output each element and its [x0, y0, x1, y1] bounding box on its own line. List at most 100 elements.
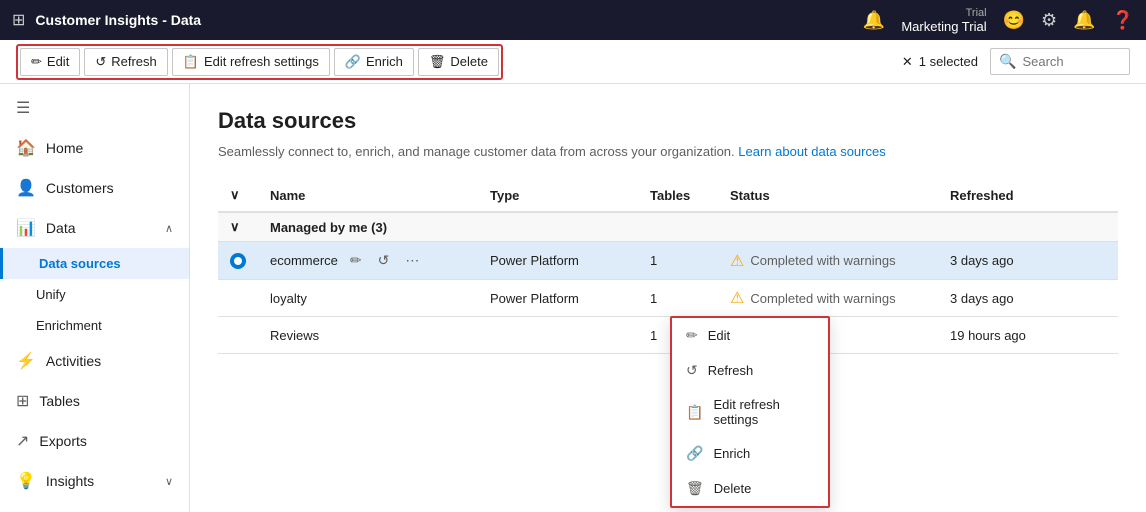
enrich-button[interactable]: 🔗 Enrich [334, 48, 414, 76]
sidebar-subitem-enrichment[interactable]: Enrichment [0, 310, 189, 341]
trial-label: Trial [901, 7, 986, 19]
sidebar-item-activities[interactable]: ⚡ Activities [0, 341, 189, 381]
delete-button[interactable]: 🗑 Delete [418, 48, 499, 76]
refresh-icon: ↺ [95, 54, 106, 70]
context-enrich-icon: 🔗 [686, 445, 703, 462]
page-title: Data sources [218, 108, 1118, 134]
context-menu-delete[interactable]: 🗑 Delete [672, 471, 828, 506]
sidebar-item-settings[interactable]: ⚙ Settings ∨ [0, 501, 189, 512]
table-row[interactable]: ecommerce ✏ ↺ ⋯ Power Platform 1 ⚠ Compl… [218, 242, 1118, 280]
context-menu-refresh[interactable]: ↺ Refresh [672, 353, 828, 388]
data-chevron: ∧ [165, 222, 173, 235]
sidebar-item-data[interactable]: 📊 Data ∧ [0, 208, 189, 248]
row-refreshed: 3 days ago [938, 242, 1118, 280]
topbar: ⊞ Customer Insights - Data 🔔 Trial Marke… [0, 0, 1146, 40]
sidebar: ☰ 🏠 Home 👤 Customers 📊 Data ∧ Data sourc… [0, 84, 190, 512]
row-more-btn[interactable]: ⋯ [401, 250, 423, 271]
row-refresh-btn[interactable]: ↺ [374, 250, 394, 271]
sidebar-item-tables[interactable]: ⊞ Tables [0, 381, 189, 421]
delete-icon: 🗑 [429, 54, 446, 70]
sidebar-item-customers[interactable]: 👤 Customers [0, 168, 189, 208]
close-icon[interactable]: ✕ [902, 54, 913, 70]
notifications-icon[interactable]: 🔔 [1073, 10, 1095, 31]
context-edit-refresh-label: Edit refresh settings [713, 397, 814, 427]
row-check[interactable] [218, 317, 258, 354]
sidebar-item-insights-label: Insights [46, 473, 94, 489]
row-check[interactable] [218, 280, 258, 317]
col-type[interactable]: Type [478, 179, 638, 212]
edit-icon: ✏ [31, 54, 42, 70]
context-edit-refresh-icon: 📋 [686, 404, 703, 421]
sidebar-subitem-datasources[interactable]: Data sources [0, 248, 189, 279]
search-input[interactable] [1022, 54, 1121, 69]
settings-icon[interactable]: ⚙ [1041, 10, 1057, 31]
context-menu-edit[interactable]: ✏ Edit [672, 318, 828, 353]
data-sources-table: ∨ Name Type Tables Status Refreshed ∨ Ma… [218, 179, 1118, 354]
toolbar-action-group: ✏ Edit ↺ Refresh 📋 Edit refresh settings… [16, 44, 503, 80]
exports-icon: ↗ [16, 431, 29, 451]
col-refreshed[interactable]: Refreshed [938, 179, 1118, 212]
context-edit-icon: ✏ [686, 327, 698, 344]
sidebar-item-activities-label: Activities [46, 353, 101, 369]
edit-refresh-icon: 📋 [183, 54, 199, 70]
edit-button[interactable]: ✏ Edit [20, 48, 80, 76]
context-menu-edit-refresh[interactable]: 📋 Edit refresh settings [672, 388, 828, 436]
table-row[interactable]: Reviews 1 ✓ Successful 19 hours ago [218, 317, 1118, 354]
table-row[interactable]: loyalty Power Platform 1 ⚠ Completed wit… [218, 280, 1118, 317]
sidebar-subitem-unify-label: Unify [36, 287, 66, 302]
insights-chevron: ∨ [165, 475, 173, 488]
sidebar-subitem-datasources-label: Data sources [39, 256, 121, 271]
sidebar-item-data-label: Data [46, 220, 76, 236]
row-type: Power Platform [478, 242, 638, 280]
main-layout: ☰ 🏠 Home 👤 Customers 📊 Data ∧ Data sourc… [0, 84, 1146, 512]
sidebar-item-exports[interactable]: ↗ Exports [0, 421, 189, 461]
sidebar-subitem-unify[interactable]: Unify [0, 279, 189, 310]
sidebar-item-tables-label: Tables [39, 393, 79, 409]
group-row-managed: ∨ Managed by me (3) [218, 212, 1118, 242]
home-icon: 🏠 [16, 138, 36, 158]
page-description: Seamlessly connect to, enrich, and manag… [218, 144, 1118, 159]
user-icon[interactable]: 😊 [1003, 10, 1025, 31]
context-menu: ✏ Edit ↺ Refresh 📋 Edit refresh settings… [670, 316, 830, 508]
row-name: Reviews [258, 317, 478, 354]
col-check: ∨ [218, 179, 258, 212]
refresh-button[interactable]: ↺ Refresh [84, 48, 167, 76]
sidebar-item-hamburger[interactable]: ☰ [0, 88, 189, 128]
collapse-icon[interactable]: ∨ [230, 187, 240, 202]
customers-icon: 👤 [16, 178, 36, 198]
search-box[interactable]: 🔍 [990, 48, 1130, 75]
help-icon[interactable]: ❓ [1112, 10, 1134, 31]
context-menu-enrich[interactable]: 🔗 Enrich [672, 436, 828, 471]
sidebar-subitem-enrichment-label: Enrichment [36, 318, 102, 333]
row-type [478, 317, 638, 354]
trial-info: Trial Marketing Trial [901, 7, 986, 34]
grid-icon[interactable]: ⊞ [12, 10, 25, 30]
sidebar-item-home-label: Home [46, 140, 83, 156]
app-title: Customer Insights - Data [35, 12, 853, 28]
search-icon: 🔍 [999, 53, 1016, 70]
col-tables[interactable]: Tables [638, 179, 718, 212]
warning-icon: ⚠ [730, 288, 744, 308]
group-label: Managed by me (3) [258, 212, 1118, 242]
row-refreshed: 3 days ago [938, 280, 1118, 317]
edit-refresh-settings-button[interactable]: 📋 Edit refresh settings [172, 48, 330, 76]
learn-more-link[interactable]: Learn about data sources [738, 144, 885, 159]
hamburger-icon: ☰ [16, 98, 30, 118]
row-status: ⚠ Completed with warnings [718, 280, 938, 317]
col-status[interactable]: Status [718, 179, 938, 212]
bell-icon[interactable]: 🔔 [863, 10, 885, 31]
enrich-icon: 🔗 [345, 54, 361, 70]
group-collapse-icon[interactable]: ∨ [230, 219, 240, 234]
sidebar-item-home[interactable]: 🏠 Home [0, 128, 189, 168]
row-status: ⚠ Completed with warnings [718, 242, 938, 280]
row-refreshed: 19 hours ago [938, 317, 1118, 354]
context-enrich-label: Enrich [713, 446, 750, 461]
col-name[interactable]: Name [258, 179, 478, 212]
tables-icon: ⊞ [16, 391, 29, 411]
toolbar-right: ✕ 1 selected 🔍 [902, 48, 1130, 75]
data-icon: 📊 [16, 218, 36, 238]
trial-name: Marketing Trial [901, 19, 986, 34]
row-check[interactable] [218, 242, 258, 280]
sidebar-item-insights[interactable]: 💡 Insights ∨ [0, 461, 189, 501]
row-edit-btn[interactable]: ✏ [346, 250, 366, 271]
